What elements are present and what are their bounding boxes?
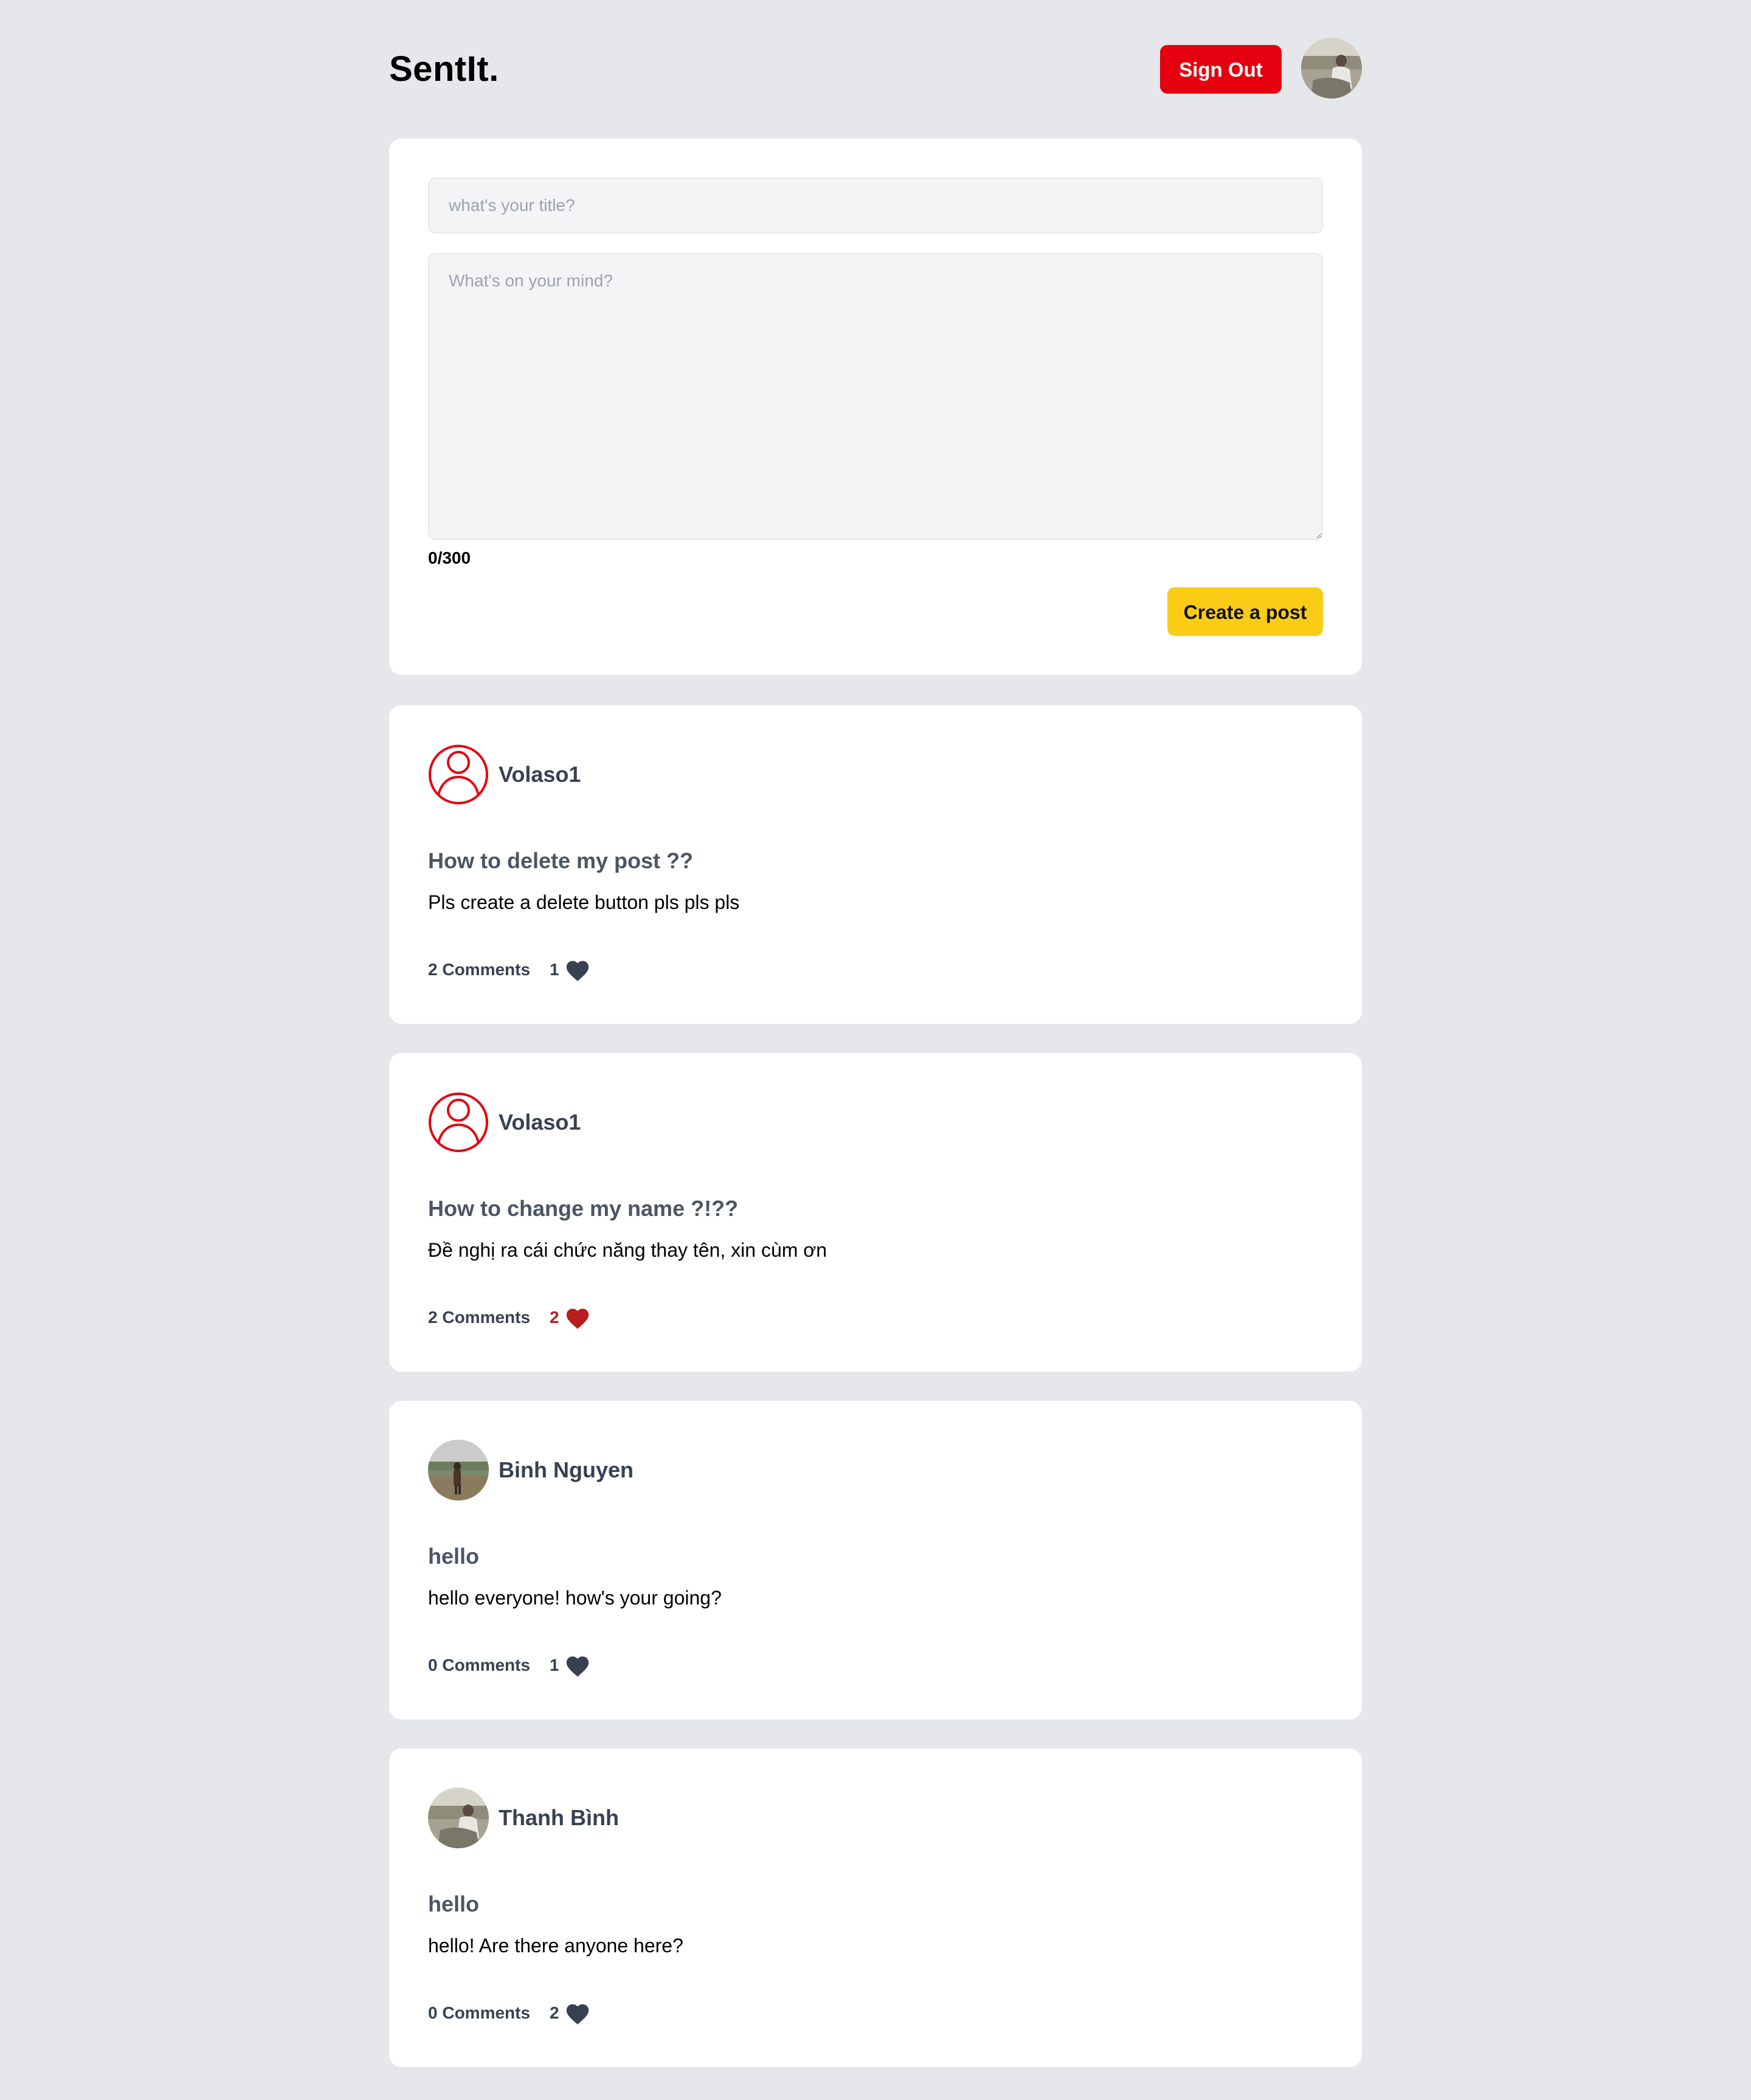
- post-author[interactable]: Volaso1: [499, 1109, 581, 1136]
- app-logo[interactable]: SentIt.: [389, 45, 499, 94]
- post-body: Đề nghị ra cái chức năng thay tên, xin c…: [428, 1239, 827, 1261]
- page-container: SentIt. Sign Out 0/300 Create a post: [389, 0, 1362, 2067]
- like-count: 1: [550, 1656, 559, 1674]
- post-title[interactable]: How to delete my post ??: [428, 848, 693, 874]
- heart-icon[interactable]: [564, 1305, 591, 1330]
- like-count: 2: [550, 2003, 559, 2022]
- sign-out-button[interactable]: Sign Out: [1160, 45, 1282, 94]
- character-counter: 0/300: [428, 548, 471, 567]
- heart-icon[interactable]: [564, 2001, 591, 2025]
- post-footer: 2 Comments 1: [428, 955, 591, 985]
- post-author[interactable]: Volaso1: [499, 761, 581, 788]
- post-footer: 0 Comments 2: [428, 1998, 591, 2028]
- comments-link[interactable]: 0 Comments: [428, 1998, 530, 2028]
- user-icon: [429, 1093, 488, 1152]
- comments-link[interactable]: 2 Comments: [428, 955, 530, 985]
- like-button[interactable]: 2: [550, 1998, 591, 2028]
- author-avatar: [428, 1440, 489, 1501]
- post-body: hello! Are there anyone here?: [428, 1935, 683, 1957]
- post-footer: 2 Comments 2: [428, 1302, 591, 1333]
- comments-link[interactable]: 0 Comments: [428, 1650, 530, 1680]
- user-avatar[interactable]: [1301, 38, 1362, 98]
- post-body-textarea[interactable]: [428, 253, 1323, 540]
- heart-icon[interactable]: [564, 958, 591, 982]
- like-count: 2: [550, 1308, 559, 1327]
- like-button[interactable]: 1: [550, 955, 591, 985]
- post-card: Volaso1 How to change my name ?!?? Đề ng…: [389, 1053, 1362, 1372]
- post-author[interactable]: Thanh Bình: [499, 1805, 619, 1831]
- post-title[interactable]: hello: [428, 1891, 479, 1918]
- post-body: Pls create a delete button pls pls pls: [428, 891, 740, 913]
- like-button[interactable]: 2: [550, 1302, 591, 1333]
- author-avatar: [428, 1787, 489, 1848]
- title-input[interactable]: [428, 178, 1323, 233]
- create-post-card: 0/300 Create a post: [389, 139, 1362, 675]
- post-title[interactable]: How to change my name ?!??: [428, 1195, 738, 1222]
- post-title[interactable]: hello: [428, 1543, 479, 1570]
- heart-icon[interactable]: [564, 1653, 591, 1677]
- post-card: Thanh Bình hello hello! Are there anyone…: [389, 1749, 1362, 2067]
- post-author[interactable]: Binh Nguyen: [499, 1457, 634, 1483]
- like-count: 1: [550, 960, 559, 979]
- post-card: Binh Nguyen hello hello everyone! how's …: [389, 1401, 1362, 1719]
- create-post-button[interactable]: Create a post: [1167, 587, 1323, 636]
- post-body: hello everyone! how's your going?: [428, 1587, 722, 1609]
- like-button[interactable]: 1: [550, 1650, 591, 1680]
- post-footer: 0 Comments 1: [428, 1650, 591, 1680]
- comments-link[interactable]: 2 Comments: [428, 1302, 530, 1333]
- post-card: Volaso1 How to delete my post ?? Pls cre…: [389, 705, 1362, 1024]
- user-icon: [429, 745, 488, 804]
- header: SentIt. Sign Out: [389, 0, 1362, 139]
